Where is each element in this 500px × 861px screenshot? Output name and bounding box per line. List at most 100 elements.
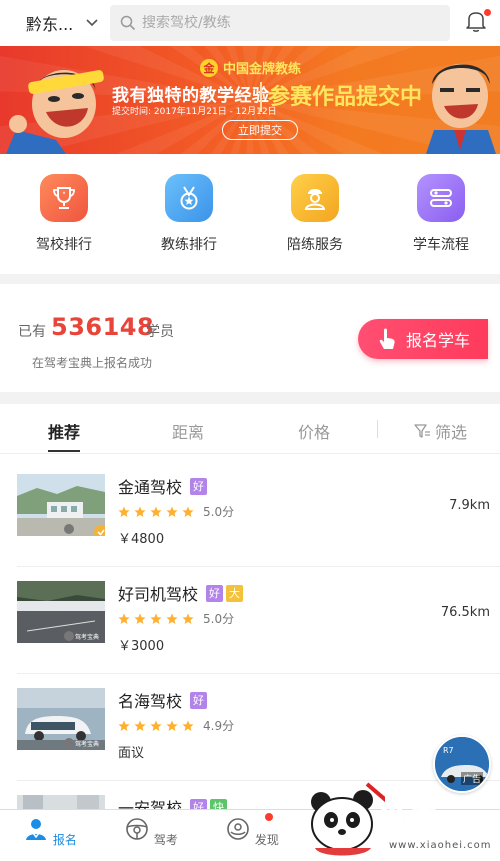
tag-good: 好 bbox=[206, 584, 224, 602]
nav-label: 驾考 bbox=[153, 833, 178, 847]
tab-distance[interactable]: 距离 bbox=[172, 419, 204, 443]
signup-button[interactable]: 报名学车 bbox=[358, 319, 488, 359]
school-list-section: 推荐 距离 价格 筛选 金通驾校 好 5.0分 ￥4800 7.9km 驾考宝典… bbox=[0, 404, 500, 809]
star-icon bbox=[166, 506, 178, 517]
notification-dot bbox=[484, 9, 491, 16]
nav-label: 发现 bbox=[254, 833, 279, 847]
nav-item-exam[interactable]: 驾考 bbox=[121, 816, 181, 848]
star-icon bbox=[118, 613, 130, 624]
search-box[interactable] bbox=[110, 5, 450, 41]
category-school-ranking[interactable]: 驾校排行 bbox=[19, 174, 109, 254]
school-name-row: 好司机驾校 好 大 bbox=[118, 581, 244, 605]
banner-headline-right: 参赛作品提交中 bbox=[268, 85, 423, 110]
tag-good: 好 bbox=[190, 798, 208, 809]
star-icon bbox=[134, 613, 146, 624]
medal-icon bbox=[165, 174, 213, 222]
star-icon bbox=[134, 720, 146, 731]
school-price: 面议 bbox=[118, 746, 145, 761]
category-label: 驾校排行 bbox=[36, 237, 92, 253]
filter-label: 筛选 bbox=[435, 423, 468, 442]
search-input[interactable] bbox=[142, 15, 422, 31]
school-price: ￥3000 bbox=[118, 639, 165, 654]
star-icon bbox=[182, 720, 194, 731]
hand-tap-icon bbox=[379, 328, 395, 349]
promo-banner[interactable]: 金 中国金牌教练 我有独特的教学经验 参赛作品提交中 提交时间: 2017年11… bbox=[0, 46, 500, 154]
school-name: 名海驾校 bbox=[118, 692, 183, 711]
enroll-section: 已有 536148 学员 在驾考宝典上报名成功 报名学车 bbox=[0, 284, 500, 392]
star-icon bbox=[182, 506, 194, 517]
star-icon bbox=[118, 720, 130, 731]
school-price: ￥4800 bbox=[118, 532, 165, 547]
discover-badge-dot bbox=[265, 813, 273, 821]
tab-price[interactable]: 价格 bbox=[298, 419, 330, 443]
driver-icon bbox=[291, 174, 339, 222]
tag-big: 大 bbox=[226, 584, 244, 602]
tag-fast: 快 bbox=[210, 798, 228, 809]
notification-button[interactable] bbox=[463, 8, 491, 36]
school-name-row: 一安驾校 好 快 bbox=[118, 795, 228, 809]
category-learning-process[interactable]: 学车流程 bbox=[396, 174, 486, 254]
school-list-item[interactable]: 驾考宝典 好司机驾校 好 大 5.0分 ￥3000 76.5km bbox=[0, 567, 500, 674]
enroll-subtitle: 在驾考宝典上报名成功 bbox=[32, 356, 153, 370]
cartoon-man-right-image bbox=[426, 64, 496, 154]
rating-score: 5.0分 bbox=[203, 505, 235, 519]
nav-item-signup[interactable]: 报名 bbox=[20, 816, 80, 848]
school-name: 一安驾校 bbox=[118, 799, 183, 809]
category-practice-service[interactable]: 陪练服务 bbox=[270, 174, 360, 254]
school-name-row: 金通驾校 好 bbox=[118, 474, 208, 498]
banner-submit-button[interactable]: 立即提交 bbox=[222, 120, 298, 140]
signup-button-label: 报名学车 bbox=[405, 331, 470, 350]
filter-button[interactable]: 筛选 bbox=[413, 419, 467, 443]
banner-brand: 金 中国金牌教练 bbox=[200, 58, 301, 77]
tab-active-underline bbox=[48, 450, 80, 452]
school-thumbnail: 驾考宝典 bbox=[17, 688, 105, 750]
rating-score: 4.9分 bbox=[203, 719, 235, 733]
tag-good: 好 bbox=[190, 691, 208, 709]
svg-text:R7: R7 bbox=[443, 746, 454, 755]
gold-badge-icon: 金 bbox=[200, 58, 218, 77]
star-icon bbox=[166, 720, 178, 731]
school-name: 好司机驾校 bbox=[118, 585, 199, 604]
watermark-url: www.xiaohei.com bbox=[389, 840, 492, 851]
tag-good: 好 bbox=[190, 477, 208, 495]
discover-icon bbox=[227, 818, 249, 840]
city-selector[interactable]: 黔东... bbox=[0, 0, 108, 46]
tab-separator bbox=[377, 420, 378, 438]
school-name-row: 名海驾校 好 bbox=[118, 688, 208, 712]
filter-icon bbox=[414, 424, 430, 438]
city-label: 黔东... bbox=[26, 15, 74, 34]
school-name: 金通驾校 bbox=[118, 478, 183, 497]
banner-headline: 我有独特的教学经验 bbox=[112, 86, 270, 106]
school-thumbnail bbox=[17, 795, 105, 809]
banner-time: 提交时间: 2017年11月21日 - 12月12日 bbox=[112, 107, 277, 117]
school-distance: 76.5km bbox=[440, 605, 490, 620]
category-coach-ranking[interactable]: 教练排行 bbox=[144, 174, 234, 254]
school-thumbnail: 驾考宝典 bbox=[17, 581, 105, 643]
category-label: 学车流程 bbox=[413, 237, 469, 253]
search-icon bbox=[120, 15, 136, 31]
star-icon bbox=[150, 506, 162, 517]
trophy-icon bbox=[40, 174, 88, 222]
watermark-logo-text: 小黑 bbox=[376, 799, 441, 836]
enroll-suffix: 学员 bbox=[146, 324, 174, 340]
rating-stars: 5.0分 bbox=[118, 610, 234, 627]
panda-mascot-image bbox=[311, 782, 385, 856]
tab-recommend[interactable]: 推荐 bbox=[48, 419, 80, 443]
sort-tabs: 推荐 距离 价格 筛选 bbox=[0, 404, 500, 454]
category-label: 教练排行 bbox=[161, 237, 217, 253]
rating-stars: 4.9分 bbox=[118, 717, 234, 734]
school-list-item[interactable]: 金通驾校 好 5.0分 ￥4800 7.9km bbox=[0, 460, 500, 567]
rating-stars: 5.0分 bbox=[118, 503, 234, 520]
school-list-item[interactable]: 驾考宝典 名海驾校 好 4.9分 面议 bbox=[0, 674, 500, 781]
enroll-count: 536148 bbox=[51, 313, 155, 341]
enroll-prefix: 已有 bbox=[18, 324, 46, 340]
site-watermark: 小黑 游戏 www.xiaohei.com bbox=[305, 778, 500, 861]
watermark-logo-text-2: 游戏 bbox=[452, 810, 486, 830]
thumb-watermark-text: 驾考宝典 bbox=[75, 740, 99, 748]
star-icon bbox=[134, 506, 146, 517]
star-icon bbox=[150, 613, 162, 624]
nav-item-discover[interactable]: 发现 bbox=[222, 816, 282, 848]
category-label: 陪练服务 bbox=[287, 237, 343, 253]
flow-icon bbox=[417, 174, 465, 222]
signup-icon bbox=[26, 819, 47, 840]
